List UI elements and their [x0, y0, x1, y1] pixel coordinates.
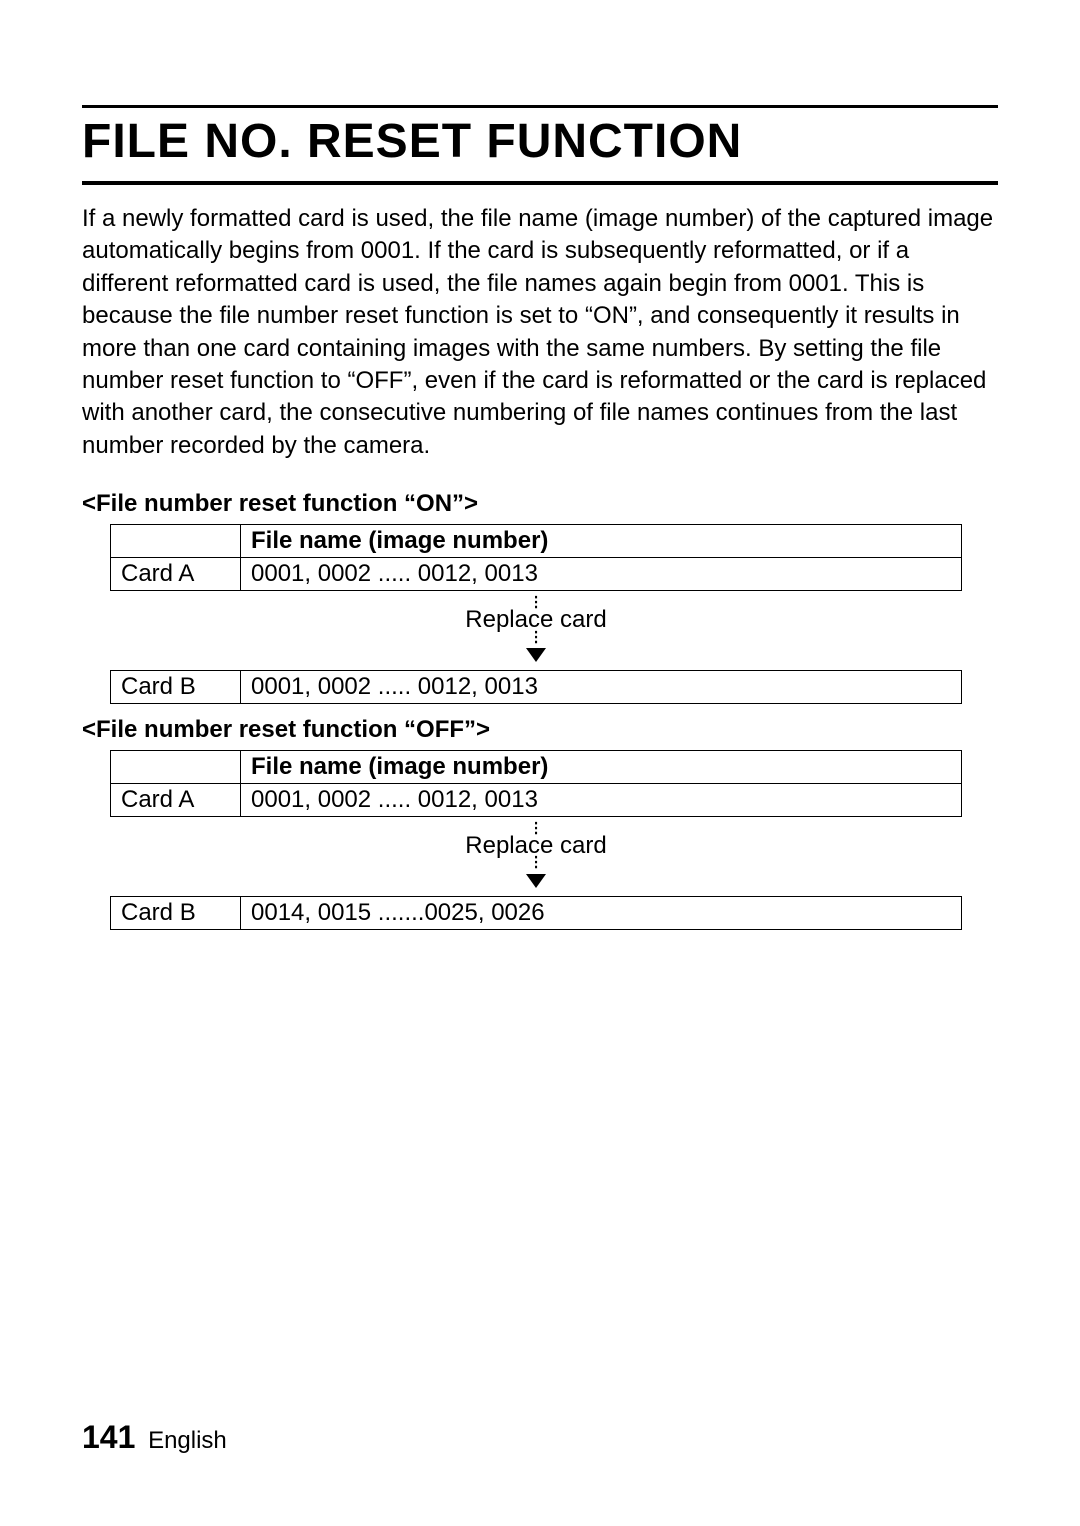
vertical-dots-icon: ⁝: [110, 859, 962, 867]
manual-page: FILE NO. RESET FUNCTION If a newly forma…: [0, 0, 1080, 1526]
card-a-values: 0001, 0002 ..... 0012, 0013: [241, 558, 962, 591]
replace-card-block: ⁝ Replace card ⁝: [110, 591, 962, 670]
rule-top: [82, 105, 998, 108]
page-title: FILE NO. RESET FUNCTION: [82, 114, 998, 169]
replace-card-block: ⁝ Replace card ⁝: [110, 817, 962, 896]
arrow-down-icon: [526, 648, 546, 662]
table-on-header: File name (image number) Card A 0001, 00…: [110, 524, 962, 591]
table-on-card-b: Card B 0001, 0002 ..... 0012, 0013: [110, 670, 962, 704]
arrow-down-icon: [526, 874, 546, 888]
table-off-wrap: File name (image number) Card A 0001, 00…: [110, 750, 962, 930]
table-blank-header: [111, 525, 241, 558]
subheading-on: <File number reset function “ON”>: [82, 490, 998, 518]
table-blank-header: [111, 750, 241, 783]
page-language: English: [148, 1427, 227, 1454]
rule-bottom: [82, 181, 998, 185]
card-b-values: 0001, 0002 ..... 0012, 0013: [241, 670, 962, 703]
page-number: 141: [82, 1419, 135, 1455]
card-a-label: Card A: [111, 783, 241, 816]
card-b-label: Card B: [111, 896, 241, 929]
table-off-card-b: Card B 0014, 0015 .......0025, 0026: [110, 896, 962, 930]
table-col-header: File name (image number): [241, 750, 962, 783]
card-a-values: 0001, 0002 ..... 0012, 0013: [241, 783, 962, 816]
table-on-wrap: File name (image number) Card A 0001, 00…: [110, 524, 962, 704]
table-col-header: File name (image number): [241, 525, 962, 558]
card-b-values: 0014, 0015 .......0025, 0026: [241, 896, 962, 929]
card-b-label: Card B: [111, 670, 241, 703]
page-footer: 141 English: [82, 1419, 227, 1456]
body-paragraph: If a newly formatted card is used, the f…: [82, 203, 998, 462]
vertical-dots-icon: ⁝: [110, 634, 962, 642]
table-off-header: File name (image number) Card A 0001, 00…: [110, 750, 962, 817]
card-a-label: Card A: [111, 558, 241, 591]
subheading-off: <File number reset function “OFF”>: [82, 716, 998, 744]
